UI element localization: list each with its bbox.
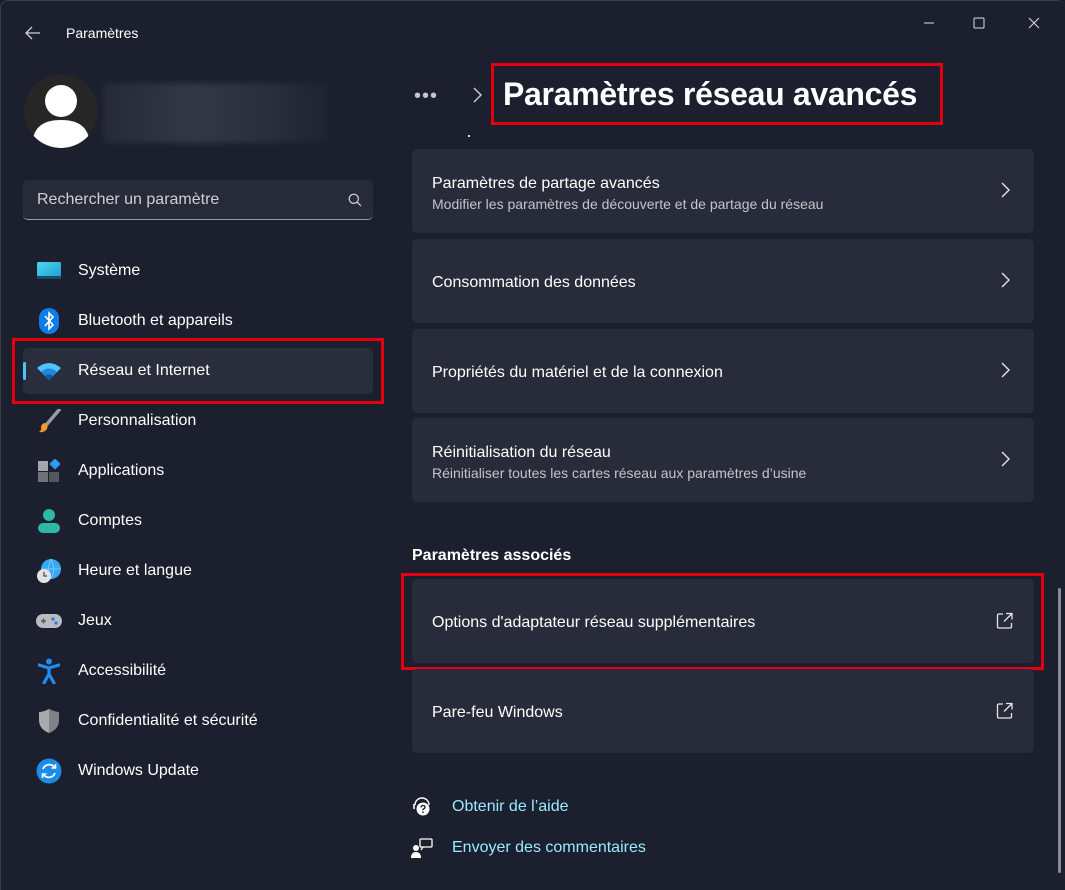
chevron-right-icon (998, 450, 1012, 468)
sidebar-item-comptes[interactable]: Comptes (23, 498, 373, 544)
chevron-right-icon (472, 86, 484, 109)
card-reinitialisation-reseau[interactable]: Réinitialisation du réseau Réinitialiser… (412, 418, 1034, 502)
feedback-icon (409, 835, 435, 861)
user-avatar-icon (32, 85, 90, 148)
profile-name-redacted (103, 83, 329, 143)
app-title: Paramètres (66, 25, 139, 41)
search-input[interactable] (37, 190, 337, 209)
chevron-right-icon (998, 271, 1012, 289)
wifi-icon (36, 358, 62, 384)
help-icon (409, 794, 435, 820)
sidebar-item-accessibilite[interactable]: Accessibilité (23, 648, 373, 694)
paintbrush-icon (36, 408, 62, 434)
back-button[interactable] (19, 19, 47, 47)
sidebar-item-reseau[interactable]: Réseau et Internet (23, 348, 373, 394)
close-button[interactable] (1011, 9, 1057, 37)
sidebar-item-heure-langue[interactable]: Heure et langue (23, 548, 373, 594)
sidebar-item-label: Windows Update (78, 762, 199, 779)
shield-icon (36, 708, 62, 734)
sidebar-item-label: Réseau et Internet (78, 362, 210, 379)
search-box[interactable] (23, 180, 373, 220)
sidebar-item-label: Heure et langue (78, 562, 192, 579)
card-partage-avances[interactable]: Paramètres de partage avancés Modifier l… (412, 149, 1034, 233)
sidebar-item-windows-update[interactable]: Windows Update (23, 748, 373, 794)
sidebar-item-label: Accessibilité (78, 662, 167, 679)
card-title: Propriétés du matériel et de la connexio… (432, 364, 723, 381)
search-icon[interactable] (337, 182, 373, 218)
active-indicator (23, 362, 26, 380)
card-title: Pare-feu Windows (432, 704, 563, 721)
help-link-label[interactable]: Obtenir de l’aide (452, 798, 569, 816)
minimize-button[interactable] (906, 9, 952, 37)
card-title: Consommation des données (432, 274, 636, 291)
sidebar-item-confidentialite[interactable]: Confidentialité et sécurité (23, 698, 373, 744)
gamepad-icon (36, 608, 62, 634)
breadcrumb-more-button[interactable]: ••• (414, 85, 438, 108)
system-icon (36, 258, 62, 284)
sidebar-item-label: Confidentialité et sécurité (78, 712, 258, 729)
account-icon (36, 508, 62, 534)
maximize-icon (973, 17, 985, 29)
sidebar-item-label: Jeux (78, 612, 112, 629)
sidebar-item-bluetooth[interactable]: Bluetooth et appareils (23, 298, 373, 344)
scrollbar-thumb[interactable] (1058, 588, 1061, 873)
sidebar-item-personnalisation[interactable]: Personnalisation (23, 398, 373, 444)
get-help-link[interactable]: Obtenir de l’aide (409, 794, 569, 820)
scroll-remnant-dot (468, 135, 470, 137)
breadcrumb: ••• Paramètres réseau avancés (414, 76, 917, 116)
external-link-icon (996, 612, 1014, 630)
feedback-link-label[interactable]: Envoyer des commentaires (452, 839, 646, 857)
send-feedback-link[interactable]: Envoyer des commentaires (409, 835, 646, 861)
sidebar-item-label: Personnalisation (78, 412, 197, 429)
card-subtitle: Réinitialiser toutes les cartes réseau a… (432, 465, 807, 481)
chevron-right-icon (998, 361, 1012, 379)
avatar[interactable] (24, 74, 98, 148)
card-title: Options d'adaptateur réseau supplémentai… (432, 614, 756, 631)
external-link-icon (996, 702, 1014, 720)
sidebar-item-label: Bluetooth et appareils (78, 312, 233, 329)
card-title: Paramètres de partage avancés (432, 175, 660, 192)
card-title: Réinitialisation du réseau (432, 444, 611, 461)
minimize-icon (924, 22, 934, 24)
apps-icon (36, 458, 62, 484)
sidebar-item-label: Applications (78, 462, 165, 479)
page-title: Paramètres réseau avancés (503, 76, 918, 112)
close-icon (1028, 17, 1040, 29)
card-subtitle: Modifier les paramètres de découverte et… (432, 196, 824, 212)
sidebar-item-applications[interactable]: Applications (23, 448, 373, 494)
sidebar-item-label: Comptes (78, 512, 143, 529)
sidebar-item-jeux[interactable]: Jeux (23, 598, 373, 644)
sidebar-nav: Système Bluetooth et appareils Réseau et… (23, 248, 373, 798)
card-pare-feu[interactable]: Pare-feu Windows (412, 669, 1034, 753)
title-bar: Paramètres (1, 1, 1065, 41)
card-options-adaptateur[interactable]: Options d'adaptateur réseau supplémentai… (412, 579, 1034, 663)
maximize-button[interactable] (956, 9, 1002, 37)
section-title-related: Paramètres associés (412, 547, 572, 564)
windows-update-icon (36, 758, 62, 784)
sidebar-item-systeme[interactable]: Système (23, 248, 373, 294)
back-arrow-icon (25, 26, 40, 40)
chevron-right-icon (998, 181, 1012, 199)
sidebar-item-label: Système (78, 262, 141, 279)
bluetooth-icon (36, 308, 62, 334)
time-language-icon (36, 558, 62, 584)
card-proprietes-materiel[interactable]: Propriétés du matériel et de la connexio… (412, 329, 1034, 413)
card-consommation-donnees[interactable]: Consommation des données (412, 239, 1034, 323)
settings-window: Paramètres Système (0, 0, 1065, 890)
accessibility-icon (36, 658, 62, 684)
